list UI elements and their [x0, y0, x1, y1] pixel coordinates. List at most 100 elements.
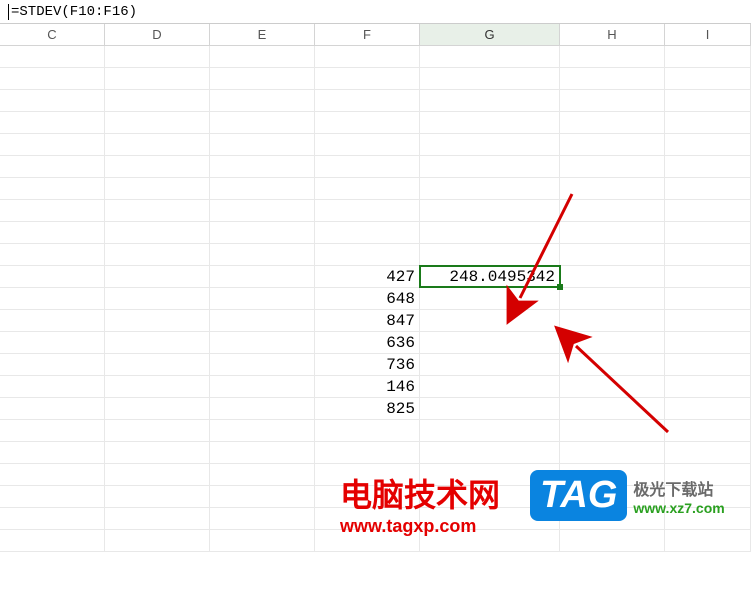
- cell-e[interactable]: [210, 530, 315, 551]
- cell-d[interactable]: [105, 266, 210, 287]
- cell-e[interactable]: [210, 112, 315, 133]
- cell-e[interactable]: [210, 508, 315, 529]
- cell-c[interactable]: [0, 156, 105, 177]
- cell-e[interactable]: [210, 68, 315, 89]
- cell-g[interactable]: 248.0495342: [420, 266, 560, 287]
- cell-g[interactable]: [420, 398, 560, 419]
- cell-i[interactable]: [665, 310, 751, 331]
- cell-d[interactable]: [105, 486, 210, 507]
- cell-g[interactable]: [420, 288, 560, 309]
- column-header-f[interactable]: F: [315, 24, 420, 45]
- cell-d[interactable]: [105, 90, 210, 111]
- cell-g[interactable]: [420, 134, 560, 155]
- cell-d[interactable]: [105, 398, 210, 419]
- cell-i[interactable]: [665, 68, 751, 89]
- cell-d[interactable]: [105, 332, 210, 353]
- cell-d[interactable]: [105, 112, 210, 133]
- cell-c[interactable]: [0, 354, 105, 375]
- cell-c[interactable]: [0, 134, 105, 155]
- cell-g[interactable]: [420, 420, 560, 441]
- cell-h[interactable]: [560, 156, 665, 177]
- cell-f[interactable]: [315, 200, 420, 221]
- cell-h[interactable]: [560, 310, 665, 331]
- cell-f[interactable]: 427: [315, 266, 420, 287]
- cell-d[interactable]: [105, 310, 210, 331]
- cell-f[interactable]: [315, 112, 420, 133]
- column-header-i[interactable]: I: [665, 24, 751, 45]
- cell-d[interactable]: [105, 244, 210, 265]
- cell-g[interactable]: [420, 46, 560, 67]
- cell-c[interactable]: [0, 244, 105, 265]
- cell-c[interactable]: [0, 398, 105, 419]
- cell-f[interactable]: [315, 68, 420, 89]
- cell-h[interactable]: [560, 112, 665, 133]
- cell-h[interactable]: [560, 90, 665, 111]
- cell-e[interactable]: [210, 442, 315, 463]
- cell-e[interactable]: [210, 354, 315, 375]
- cell-c[interactable]: [0, 420, 105, 441]
- cell-e[interactable]: [210, 222, 315, 243]
- cell-c[interactable]: [0, 508, 105, 529]
- cell-f[interactable]: 636: [315, 332, 420, 353]
- cell-e[interactable]: [210, 398, 315, 419]
- cell-g[interactable]: [420, 90, 560, 111]
- cell-e[interactable]: [210, 310, 315, 331]
- cell-c[interactable]: [0, 46, 105, 67]
- cell-f[interactable]: [315, 244, 420, 265]
- cell-g[interactable]: [420, 332, 560, 353]
- cell-e[interactable]: [210, 178, 315, 199]
- cell-f[interactable]: [315, 134, 420, 155]
- cell-g[interactable]: [420, 442, 560, 463]
- cell-d[interactable]: [105, 442, 210, 463]
- cell-f[interactable]: 736: [315, 354, 420, 375]
- cell-d[interactable]: [105, 222, 210, 243]
- cell-g[interactable]: [420, 200, 560, 221]
- cell-c[interactable]: [0, 310, 105, 331]
- cell-g[interactable]: [420, 68, 560, 89]
- cell-i[interactable]: [665, 288, 751, 309]
- cell-h[interactable]: [560, 134, 665, 155]
- cell-f[interactable]: 146: [315, 376, 420, 397]
- cell-i[interactable]: [665, 266, 751, 287]
- cell-g[interactable]: [420, 354, 560, 375]
- cell-c[interactable]: [0, 222, 105, 243]
- cell-h[interactable]: [560, 332, 665, 353]
- cell-d[interactable]: [105, 376, 210, 397]
- cell-d[interactable]: [105, 354, 210, 375]
- cell-c[interactable]: [0, 266, 105, 287]
- cell-c[interactable]: [0, 68, 105, 89]
- cell-i[interactable]: [665, 332, 751, 353]
- cell-e[interactable]: [210, 156, 315, 177]
- cell-g[interactable]: [420, 222, 560, 243]
- cell-e[interactable]: [210, 90, 315, 111]
- cell-i[interactable]: [665, 244, 751, 265]
- cell-h[interactable]: [560, 376, 665, 397]
- cell-f[interactable]: 825: [315, 398, 420, 419]
- cell-c[interactable]: [0, 178, 105, 199]
- cell-d[interactable]: [105, 530, 210, 551]
- cell-c[interactable]: [0, 530, 105, 551]
- cell-e[interactable]: [210, 332, 315, 353]
- cell-d[interactable]: [105, 288, 210, 309]
- column-header-g[interactable]: G: [420, 24, 560, 45]
- cell-i[interactable]: [665, 200, 751, 221]
- cell-g[interactable]: [420, 112, 560, 133]
- cell-d[interactable]: [105, 464, 210, 485]
- cell-i[interactable]: [665, 376, 751, 397]
- cell-h[interactable]: [560, 178, 665, 199]
- cell-d[interactable]: [105, 200, 210, 221]
- cell-h[interactable]: [560, 68, 665, 89]
- cell-i[interactable]: [665, 420, 751, 441]
- cell-g[interactable]: [420, 244, 560, 265]
- cell-i[interactable]: [665, 178, 751, 199]
- cell-e[interactable]: [210, 288, 315, 309]
- column-header-c[interactable]: C: [0, 24, 105, 45]
- cell-c[interactable]: [0, 464, 105, 485]
- cell-c[interactable]: [0, 376, 105, 397]
- cell-f[interactable]: [315, 178, 420, 199]
- cell-c[interactable]: [0, 90, 105, 111]
- cell-h[interactable]: [560, 266, 665, 287]
- selection-handle[interactable]: [557, 284, 563, 290]
- cell-f[interactable]: [315, 222, 420, 243]
- cell-f[interactable]: [315, 442, 420, 463]
